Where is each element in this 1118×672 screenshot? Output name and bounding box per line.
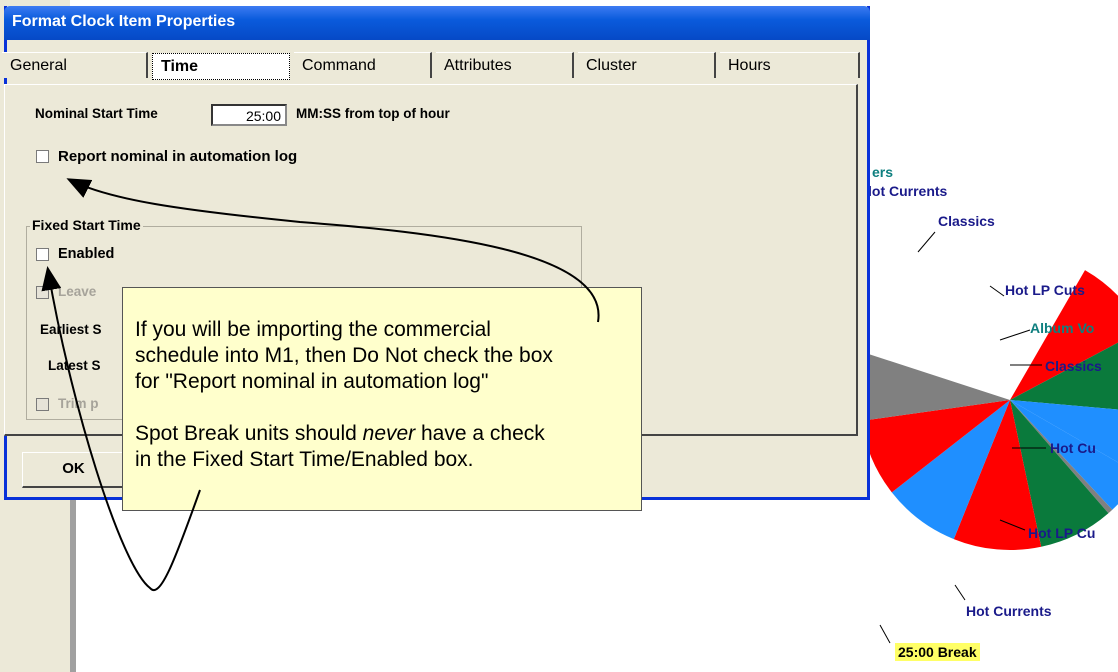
leave-label: Leave	[58, 284, 97, 299]
pie-label-4: Hot LP Cuts	[1005, 282, 1085, 298]
nominal-suffix-label: MM:SS from top of hour	[296, 106, 450, 121]
tab-hours[interactable]: Hours	[720, 52, 860, 78]
pie-label-tick	[917, 231, 936, 253]
tab-attributes[interactable]: Attributes	[436, 52, 574, 78]
report-nominal-label: Report nominal in automation log	[58, 148, 298, 165]
tab-command[interactable]: Command	[294, 52, 432, 78]
report-nominal-checkbox[interactable]	[36, 150, 49, 163]
pie-label-9: Hot Currents	[966, 603, 1052, 619]
leave-checkbox	[36, 286, 49, 299]
tab-time[interactable]: Time	[152, 53, 290, 80]
callout-line-1: If you will be importing the commercial	[135, 318, 491, 341]
nominal-start-time-input[interactable]: 25:00	[211, 104, 287, 126]
nominal-start-label: Nominal Start Time	[35, 106, 158, 121]
pie-label-tick	[879, 624, 891, 644]
callout-line-5-pre: Spot Break units should	[135, 422, 363, 445]
ok-button[interactable]: OK	[22, 452, 126, 488]
break-label: 25:00 Break	[895, 643, 980, 661]
tab-bar: General Time Command Attributes Cluster …	[2, 52, 860, 80]
pie-label-tick	[954, 584, 966, 601]
callout-line-5-emphasis: never	[362, 422, 416, 445]
pie-label-3: Classics	[938, 213, 995, 229]
pie-label-5: Album Vo	[1030, 320, 1095, 336]
pie-label-1: ers	[872, 164, 894, 180]
trim-label: Trim p	[58, 396, 99, 411]
callout-line-3: for "Report nominal in automation log"	[135, 370, 489, 393]
earliest-start-label: Earliest S	[40, 322, 102, 337]
callout-line-5: Spot Break units should never have a che…	[135, 422, 545, 446]
annotation-callout: If you will be importing the commercial …	[122, 287, 642, 511]
pie-label-8: Hot LP Cu	[1028, 525, 1096, 541]
callout-line-6: in the Fixed Start Time/Enabled box.	[135, 448, 474, 471]
dialog-titlebar[interactable]: Format Clock Item Properties	[4, 6, 870, 40]
enabled-checkbox[interactable]	[36, 248, 49, 261]
fixed-start-time-legend: Fixed Start Time	[30, 217, 143, 233]
pie-label-tick	[999, 329, 1031, 341]
pie-label-6: Classics	[1045, 358, 1102, 374]
pie-label-tick	[989, 285, 1005, 297]
trim-checkbox	[36, 398, 49, 411]
callout-line-2: schedule into M1, then Do Not check the …	[135, 344, 553, 367]
pie-label-7: Hot Cu	[1050, 440, 1096, 456]
callout-line-5-post: have a check	[415, 422, 545, 445]
latest-start-label: Latest S	[48, 358, 101, 373]
enabled-label: Enabled	[58, 246, 115, 262]
pie-label-2: lot Currents	[868, 183, 948, 199]
tab-general[interactable]: General	[2, 52, 148, 78]
tab-cluster[interactable]: Cluster	[578, 52, 716, 78]
dialog-title: Format Clock Item Properties	[12, 13, 236, 30]
